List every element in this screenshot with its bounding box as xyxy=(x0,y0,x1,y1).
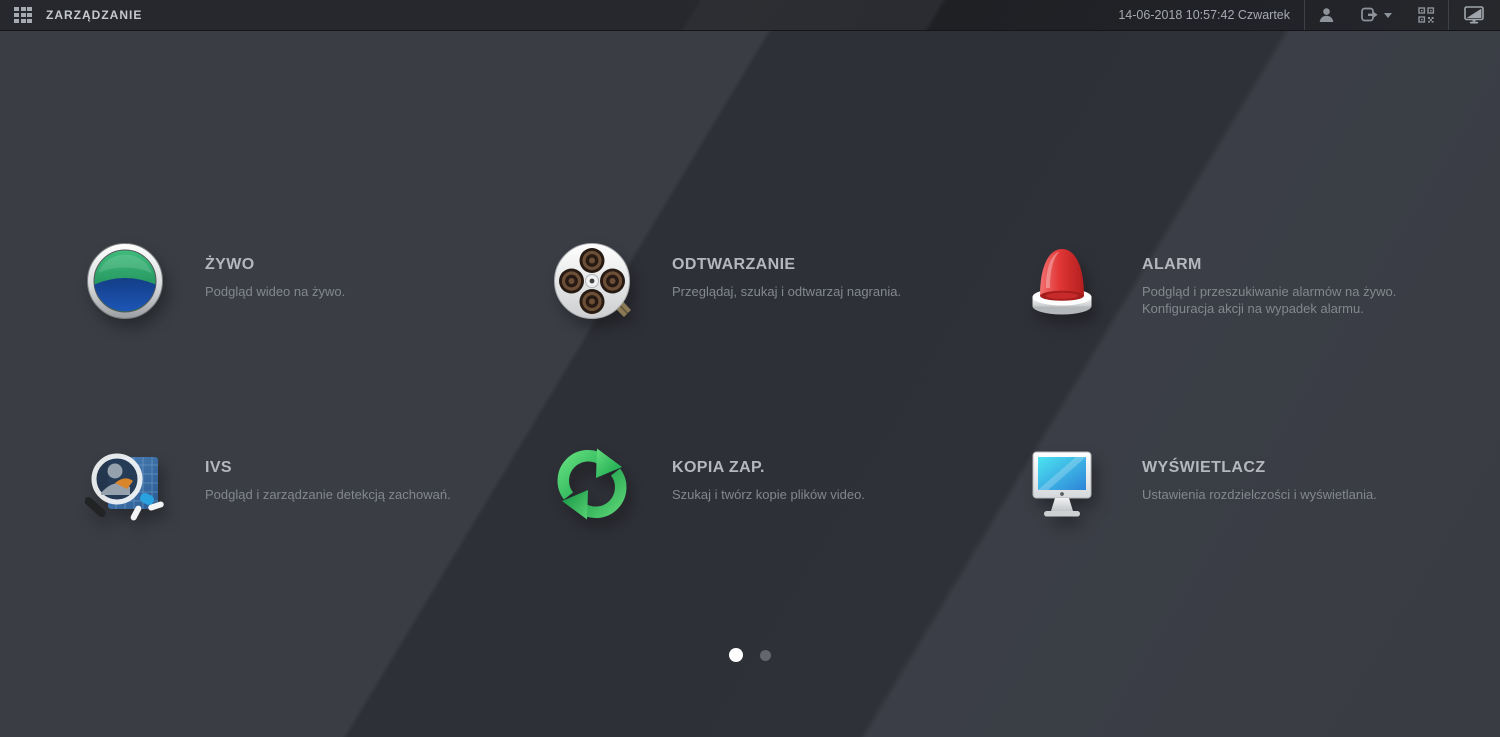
tile-title: ALARM xyxy=(1142,256,1202,273)
tile-display[interactable]: WYŚWIETLACZ Ustawienia rozdzielczości i … xyxy=(1022,443,1482,646)
siren-icon xyxy=(1032,249,1092,315)
behavior-search-icon xyxy=(85,453,164,521)
grid-menu-icon xyxy=(14,6,32,24)
tile-playback[interactable]: ODTWARZANIE Przeglądaj, szukaj i odtwarz… xyxy=(552,240,1022,443)
tile-description: Podgląd i zarządzanie detekcją zachowań. xyxy=(205,487,451,502)
tile-title: ODTWARZANIE xyxy=(672,256,796,273)
main-menu-button[interactable] xyxy=(0,0,46,31)
display-output-button[interactable] xyxy=(1449,0,1500,30)
tile-title: ŻYWO xyxy=(205,256,255,273)
backup-sync-icon xyxy=(557,448,627,520)
film-reel-icon xyxy=(554,243,631,319)
tile-description: Podgląd i przeszukiwanie alarmów na żywo… xyxy=(1142,283,1482,317)
page-dot[interactable] xyxy=(729,648,743,662)
qr-code-icon xyxy=(1418,7,1435,23)
tile-live[interactable]: ŻYWO Podgląd wideo na żywo. xyxy=(85,240,552,443)
monitor-icon xyxy=(1032,451,1092,517)
user-button[interactable] xyxy=(1305,0,1348,30)
tile-description-line1: Podgląd i przeszukiwanie alarmów na żywo… xyxy=(1142,284,1397,299)
tile-title: KOPIA ZAP. xyxy=(672,459,765,476)
datetime-display: 14-06-2018 10:57:42 Czwartek xyxy=(1118,8,1290,22)
tile-description: Szukaj i twórz kopie plików video. xyxy=(672,487,865,502)
tile-description: Przeglądaj, szukaj i odtwarzaj nagrania. xyxy=(672,284,902,299)
tile-description-line2: Konfiguracja akcji na wypadek alarmu. xyxy=(1142,301,1364,316)
tile-description: Ustawienia rozdzielczości i wyświetlania… xyxy=(1142,487,1377,502)
tile-backup[interactable]: KOPIA ZAP. Szukaj i twórz kopie plików v… xyxy=(552,443,1022,646)
display-icon xyxy=(1464,6,1484,24)
tile-grid: ŻYWO Podgląd wideo na żywo. ODTWARZANIE … xyxy=(85,240,1482,646)
main-content: ŻYWO Podgląd wideo na żywo. ODTWARZANIE … xyxy=(0,32,1500,737)
user-icon xyxy=(1319,8,1334,22)
qr-code-button[interactable] xyxy=(1405,0,1448,30)
tile-ivs[interactable]: IVS Podgląd i zarządzanie detekcją zacho… xyxy=(85,443,552,646)
pagination xyxy=(0,648,1500,662)
page-dot[interactable] xyxy=(760,649,771,661)
logout-icon xyxy=(1361,7,1378,22)
topbar: ZARZĄDZANIE 14-06-2018 10:57:42 Czwartek xyxy=(0,0,1500,31)
chevron-down-icon xyxy=(1384,12,1392,18)
tile-title: IVS xyxy=(205,459,232,476)
tile-title: WYŚWIETLACZ xyxy=(1142,459,1266,476)
logout-button[interactable] xyxy=(1348,0,1405,30)
page-title: ZARZĄDZANIE xyxy=(46,8,143,22)
tile-alarm[interactable]: ALARM Podgląd i przeszukiwanie alarmów n… xyxy=(1022,240,1482,443)
live-lens-icon xyxy=(87,243,163,319)
tile-description: Podgląd wideo na żywo. xyxy=(205,284,346,299)
